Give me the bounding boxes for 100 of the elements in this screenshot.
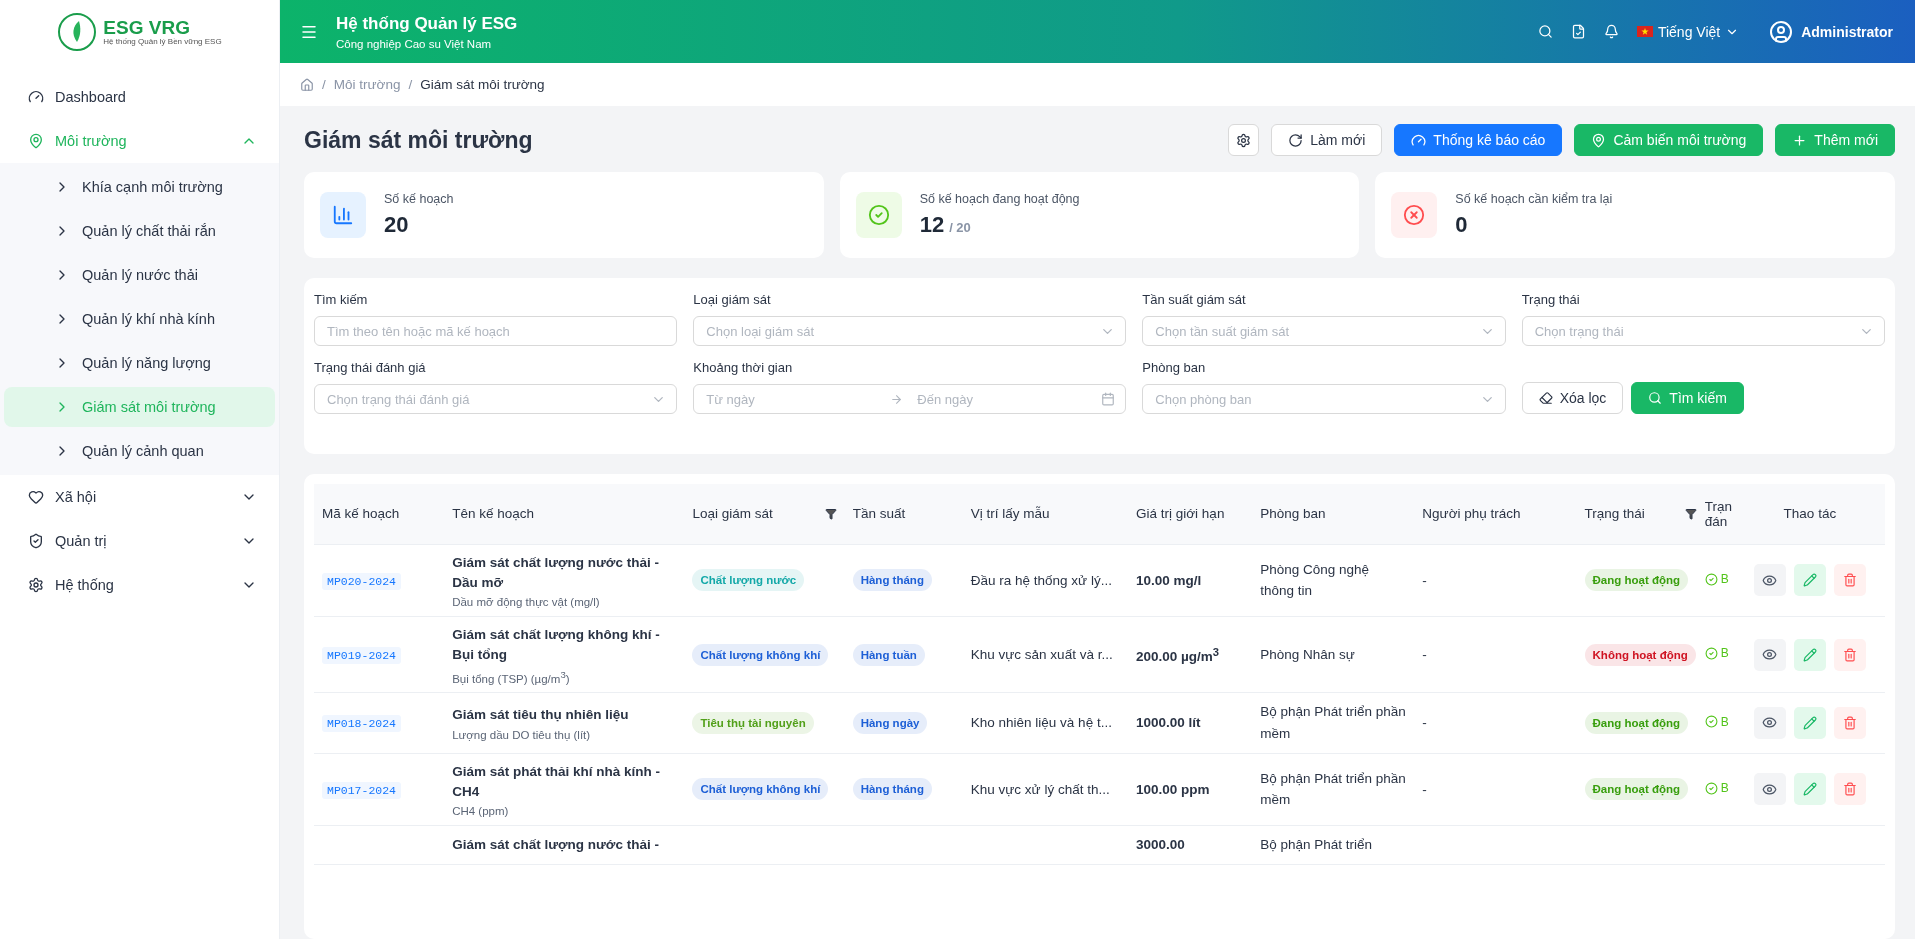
view-button[interactable] — [1753, 638, 1786, 671]
search-icon[interactable] — [1537, 24, 1553, 39]
settings-button[interactable] — [1228, 124, 1260, 156]
view-button[interactable] — [1753, 564, 1786, 597]
column-header: Mã kế hoạch — [314, 484, 445, 544]
language-selector[interactable]: Tiếng Việt — [1636, 23, 1740, 40]
plan-parameter: Bụi tổng (TSP) (µg/m$^{3}$) — [452, 668, 571, 685]
edit-button[interactable] — [1793, 638, 1826, 671]
table-cell: - — [1422, 781, 1427, 797]
breadcrumb-current: Giám sát môi trường — [420, 77, 545, 92]
user-menu[interactable]: Administrator — [1769, 19, 1893, 44]
table-cell: Bộ phận Phát triển phần mềm — [1260, 770, 1406, 808]
pencil-icon — [1802, 782, 1817, 797]
plan-name: Giám sát tiêu thụ nhiên liệu — [452, 706, 630, 725]
plan-name: Giám sát chất lượng không khí - Bụi tổng — [452, 626, 661, 665]
page-title: Giám sát môi trường — [304, 126, 534, 154]
sidebar-subitem[interactable]: Quản lý khí nhà kính — [4, 299, 275, 339]
trash-icon — [1842, 715, 1857, 730]
clear-filter-button[interactable]: Xóa lọc — [1521, 382, 1624, 414]
delete-button[interactable] — [1833, 706, 1866, 739]
filter-label: Loại giám sát — [693, 292, 772, 307]
select-input[interactable]: Chọn trạng thái — [1532, 322, 1853, 340]
plan-code[interactable]: MP017-2024 — [322, 781, 401, 799]
select-field[interactable]: Chọn phòng ban — [1142, 384, 1506, 414]
refresh-button[interactable]: Làm mới — [1271, 124, 1383, 156]
plan-name: Giám sát chất lượng nước thải - Dầu mỡ — [452, 553, 660, 592]
gauge-icon — [28, 89, 44, 105]
view-button[interactable] — [1753, 706, 1786, 739]
table-cell: Phòng Nhân sự — [1260, 646, 1355, 662]
sidebar-subitem[interactable]: Quản lý nước thải — [4, 255, 275, 295]
column-header: Phòng ban — [1252, 484, 1415, 544]
filter-label: Tần suất giám sát — [1142, 292, 1247, 307]
filter-icon[interactable] — [1684, 507, 1697, 520]
type-tag: Chất lượng không khí — [692, 643, 829, 666]
heart-icon — [28, 489, 44, 505]
breadcrumb-link[interactable]: Môi trường — [333, 77, 401, 92]
select-field[interactable]: Chọn trạng thái — [1521, 316, 1885, 346]
search-field[interactable]: Tìm theo tên hoặc mã kế hoạch — [314, 316, 678, 346]
arrow-right-icon — [890, 392, 904, 406]
filter-label: Phòng ban — [1142, 360, 1207, 375]
plus-icon — [1792, 132, 1808, 148]
plan-code[interactable]: MP020-2024 — [322, 572, 401, 590]
document-icon[interactable] — [1570, 24, 1586, 39]
breadcrumb-separator: / — [408, 77, 413, 92]
table-cell: - — [1422, 572, 1427, 588]
table-cell: - — [1422, 715, 1427, 731]
error-stat-icon — [1391, 192, 1438, 238]
app-subtitle: Công nghiệp Cao su Việt Nam — [336, 37, 493, 50]
eye-icon — [1762, 781, 1778, 797]
plan-code[interactable]: MP018-2024 — [322, 715, 401, 733]
report-button[interactable]: Thống kê báo cáo — [1394, 124, 1563, 156]
filter-label: Trạng thái — [1521, 292, 1581, 307]
end-date-input[interactable]: Đến ngày — [909, 390, 1096, 408]
select-input[interactable]: Chọn loại giám sát — [704, 322, 1095, 340]
select-input[interactable]: Chọn phòng ban — [1153, 390, 1474, 408]
brand-tagline: Hệ thống Quản lý Bền vững ESG — [103, 36, 222, 46]
table-cell: Phòng Công nghệ thông tin — [1260, 561, 1369, 599]
select-field[interactable]: Chọn tần suất giám sát — [1142, 316, 1506, 346]
sidebar-item[interactable]: Xã hội — [0, 475, 279, 519]
evaluation-status: B — [1704, 646, 1729, 661]
sidebar-item[interactable]: Dashboard — [0, 75, 279, 119]
bell-icon[interactable] — [1603, 24, 1619, 39]
type-tag: Chất lượng không khí — [692, 778, 829, 801]
start-date-input[interactable]: Từ ngày — [704, 390, 885, 408]
sidebar-subitem[interactable]: Quản lý năng lượng — [4, 343, 275, 383]
select-input[interactable]: Chọn tần suất giám sát — [1153, 322, 1474, 340]
edit-button[interactable] — [1793, 564, 1826, 597]
frequency-tag: Hàng tháng — [852, 778, 932, 801]
sidebar-subitem[interactable]: Quản lý chất thải rắn — [4, 211, 275, 251]
brand-name: ESG VRG — [103, 17, 191, 37]
table-cell: - — [1422, 647, 1427, 663]
eye-icon — [1762, 647, 1778, 663]
edit-button[interactable] — [1793, 706, 1826, 739]
date-range-field[interactable]: Từ ngày Đến ngày — [693, 384, 1127, 414]
select-field[interactable]: Chọn trạng thái đánh giá — [314, 384, 678, 414]
column-header: Thao tác — [1734, 484, 1885, 544]
limit-value: 200.00 µg/m$^{3}$ — [1136, 648, 1220, 664]
view-button[interactable] — [1753, 773, 1786, 806]
plan-parameter: Dầu mỡ động thực vật (mg/l) — [452, 596, 601, 608]
table-cell: Đầu ra hệ thống xử lý... — [970, 572, 1112, 588]
gear-icon — [28, 577, 44, 593]
plan-code[interactable]: MP019-2024 — [322, 647, 401, 665]
sidebar-subitem[interactable]: Quản lý cảnh quan — [4, 431, 275, 471]
select-input[interactable]: Chọn trạng thái đánh giá — [325, 390, 646, 408]
sidebar-subitem[interactable]: Khía cạnh môi trường — [4, 167, 275, 207]
user-icon — [1769, 19, 1794, 44]
table-cell: Kho nhiên liệu và hệ t... — [970, 715, 1112, 731]
sidebar-item[interactable]: Quản trị — [0, 519, 279, 563]
limit-value: 10.00 mg/l — [1136, 572, 1202, 588]
select-field[interactable]: Chọn loại giám sát — [693, 316, 1127, 346]
delete-button[interactable] — [1833, 564, 1866, 597]
delete-button[interactable] — [1833, 773, 1866, 806]
search-input[interactable]: Tìm theo tên hoặc mã kế hoạch — [325, 322, 667, 340]
column-header: Tần suất — [844, 484, 963, 544]
filter-icon[interactable] — [824, 507, 837, 520]
home-icon[interactable] — [300, 77, 314, 92]
stat-value: 20 — [384, 212, 409, 238]
shield-icon — [28, 533, 44, 549]
delete-button[interactable] — [1833, 638, 1866, 671]
sidebar-item[interactable]: Hệ thống — [0, 563, 279, 607]
